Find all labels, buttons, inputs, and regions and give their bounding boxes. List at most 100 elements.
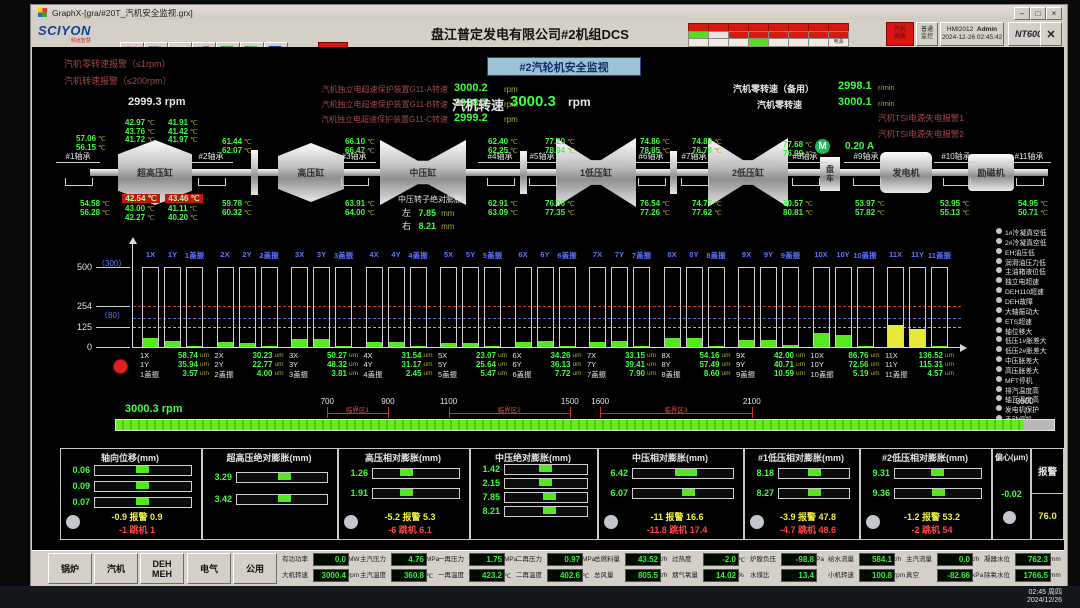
aux-speed-unit: rpm bbox=[165, 96, 186, 108]
zero-speed-label: 汽机零转速 bbox=[757, 98, 802, 111]
panel-bar-value: 9.36 bbox=[862, 488, 890, 498]
zero-speed-value: 3000.1 bbox=[838, 96, 872, 108]
chart-bar-outline bbox=[708, 267, 725, 347]
bearing-temp-bottom: 77.62 ℃ bbox=[692, 208, 722, 217]
minimize-button[interactable]: – bbox=[1014, 7, 1030, 20]
vibration-alarm-dot[interactable] bbox=[113, 359, 128, 374]
nav-button-label: 电气 bbox=[200, 564, 218, 574]
bearing-label-8: #8轴承 bbox=[783, 151, 827, 163]
vibration-value-label: 9X bbox=[736, 351, 760, 360]
zero-backup-unit: r/min bbox=[878, 83, 895, 92]
chart-bar-outline bbox=[611, 267, 628, 347]
ip-left-unit: mm bbox=[441, 209, 454, 218]
status-circle bbox=[996, 258, 1002, 264]
status-circle bbox=[996, 327, 1002, 333]
maximize-button[interactable]: □ bbox=[1030, 7, 1046, 20]
chart-bar-fill bbox=[187, 346, 202, 348]
process-field-label: 大机转速 bbox=[282, 569, 312, 582]
mode-box[interactable]: 普通 监控 bbox=[916, 22, 938, 46]
bearing-temp-bottom: 77.26 ℃ bbox=[640, 208, 670, 217]
zero-backup-value: 2998.1 bbox=[838, 80, 872, 92]
status-circle bbox=[996, 297, 1002, 303]
turbine-screen-button[interactable]: 汽机 画面 bbox=[886, 22, 914, 46]
alarm-grid-cell[interactable] bbox=[768, 38, 789, 47]
chart-bar-outline bbox=[388, 267, 405, 347]
chart-secondary-label-300: （300） bbox=[97, 258, 126, 269]
process-field-value: 805.5 bbox=[625, 569, 661, 582]
alarm-grid-cell[interactable] bbox=[748, 38, 769, 47]
chart-bar-fill bbox=[538, 341, 553, 347]
panel-bar-value: 2.15 bbox=[472, 478, 500, 488]
panel-bar-marker bbox=[808, 469, 821, 476]
process-field-value: 13.4 bbox=[781, 569, 817, 582]
bearing-label-9: #9轴承 bbox=[844, 151, 888, 163]
nav-button-1[interactable]: 锅炉 bbox=[48, 553, 92, 584]
panel-bar-value: 6.42 bbox=[600, 468, 628, 478]
vibration-value-unit: um bbox=[349, 352, 358, 359]
process-field-value: 0.0 bbox=[313, 553, 349, 566]
panel-title: 轴向位移(mm) bbox=[60, 451, 200, 464]
vibration-value-unit: um bbox=[275, 352, 284, 359]
vibration-value-unit: um bbox=[424, 361, 433, 368]
alarm-grid-cell[interactable]: 电源 bbox=[828, 38, 849, 47]
status-label: DEH故障 bbox=[1005, 296, 1033, 306]
sciyon-logo: SCIYON 科远智慧 bbox=[38, 23, 91, 44]
alarm-grid-cell[interactable] bbox=[788, 38, 809, 47]
status-label: 低压2#胀差大 bbox=[1005, 345, 1047, 355]
panel-trip-row: -11.8 跳机 17.4 bbox=[616, 523, 738, 536]
temp-alarm-cell: 42.54 ℃ bbox=[122, 194, 160, 203]
alarm-grid-cell[interactable] bbox=[808, 38, 829, 47]
process-field-label: 主汽流量 bbox=[906, 553, 936, 566]
nav-button-2[interactable]: 汽机 bbox=[94, 553, 138, 584]
temp-value: 80.81 bbox=[783, 208, 803, 217]
process-field-unit: MW bbox=[348, 556, 360, 563]
alarm-grid[interactable]: 电源 bbox=[688, 23, 850, 44]
panel-bar-marker bbox=[675, 469, 697, 476]
nav-button-4[interactable]: 电气 bbox=[187, 553, 231, 584]
chart-bar-outline bbox=[559, 267, 576, 347]
vibration-value: 4.57 bbox=[907, 369, 943, 378]
alarm-grid-cell[interactable] bbox=[728, 38, 749, 47]
aux-speed-value: 2999.3 bbox=[128, 96, 162, 108]
panel-alarm-row: -5.2 报警 5.3 bbox=[356, 510, 464, 523]
chart-bar-outline bbox=[335, 267, 352, 347]
chart-bar-outline bbox=[186, 267, 203, 347]
panel-bar-marker bbox=[808, 489, 821, 496]
chart-bar-outline bbox=[782, 267, 799, 347]
bearing-label-2: #2轴承 bbox=[189, 151, 233, 163]
chart-bar-label: 9盖振 bbox=[776, 250, 805, 261]
exit-button[interactable]: ✕ bbox=[1040, 22, 1062, 46]
nav-button-5[interactable]: 公用 bbox=[233, 553, 277, 584]
status-label: 独立电超速 bbox=[1005, 276, 1039, 286]
vibration-value-label: 7盖振 bbox=[587, 369, 611, 380]
chart-bar-outline bbox=[239, 267, 256, 347]
panel-alarm-row: -1.2 报警 53.2 bbox=[878, 510, 986, 523]
process-field-label: 给水流量 bbox=[828, 553, 858, 566]
chart-bar-fill bbox=[314, 339, 329, 347]
temp-value: 77.26 bbox=[640, 208, 660, 217]
chart-bar-outline bbox=[931, 267, 948, 347]
chart-bar-label: 3盖振 bbox=[329, 250, 358, 261]
ip-expansion-title: 中压转子绝对膨胀 bbox=[398, 194, 462, 205]
process-field-value: 1766.5 bbox=[1015, 569, 1051, 582]
temp-unit: ℃ bbox=[242, 148, 252, 155]
bearing-temp-bottom: 50.71 ℃ bbox=[1018, 208, 1048, 217]
alarm-grid-cell[interactable] bbox=[708, 38, 729, 47]
alarm-grid-cell[interactable] bbox=[688, 38, 709, 47]
vibration-value-label: 5盖振 bbox=[438, 369, 462, 380]
process-field-value: -82.66 bbox=[937, 569, 973, 582]
panel-title: #2低压相对膨胀(mm) bbox=[860, 451, 990, 464]
panel-bar-value: 3.42 bbox=[204, 494, 232, 504]
vibration-value-unit: um bbox=[200, 352, 209, 359]
chart-bar-label: 7盖振 bbox=[627, 250, 656, 261]
chart-bar-outline bbox=[142, 267, 159, 347]
critical-zone-label: 临界区1 bbox=[336, 404, 380, 414]
nav-button-3[interactable]: DEHMEH bbox=[140, 553, 184, 584]
process-field-value: 402.6 bbox=[547, 569, 583, 582]
main-speed-label: 汽机转速 bbox=[452, 95, 504, 114]
bearing-bracket-4 bbox=[487, 178, 515, 186]
panel-title: 中压相对膨胀(mm) bbox=[598, 451, 742, 464]
close-button[interactable]: × bbox=[1046, 7, 1062, 20]
taskbar-clock[interactable]: 02:45 周四 2024/12/26 bbox=[1027, 589, 1062, 605]
vibration-value-label: 4盖振 bbox=[364, 369, 388, 380]
